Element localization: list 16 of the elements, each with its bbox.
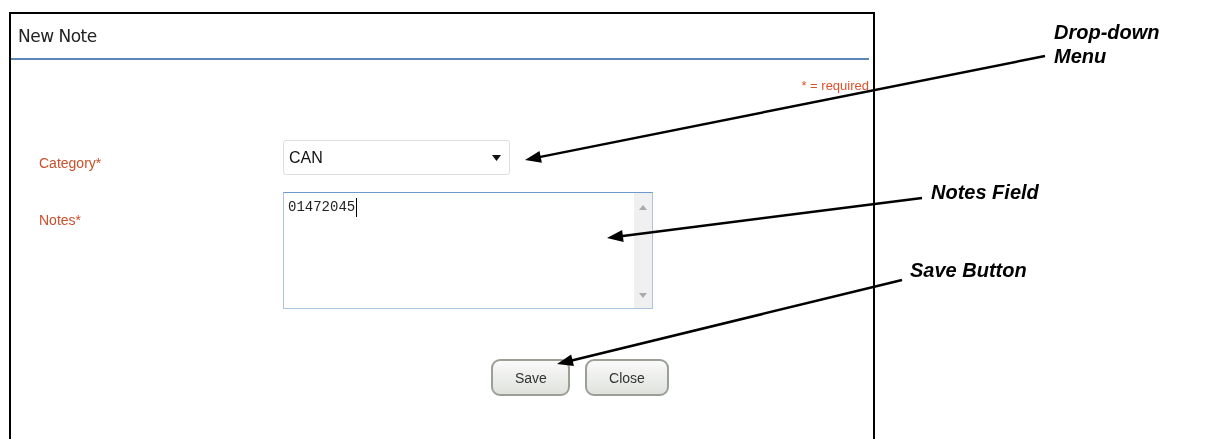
text-cursor: [356, 198, 358, 217]
field-label: Notes*: [39, 211, 83, 228]
caret-icon: [492, 154, 501, 161]
scrollbar[interactable]: [634, 193, 652, 308]
category-dropdown[interactable]: CAN: [283, 140, 510, 175]
dialog-button[interactable]: Close: [585, 359, 669, 396]
callout-label: Notes Field: [931, 180, 1040, 204]
field-label: Category*: [39, 153, 103, 171]
callout-label: Save Button: [910, 258, 1028, 282]
window-title: New Note: [18, 26, 97, 46]
scroll-down-icon[interactable]: [639, 293, 647, 298]
notes-field[interactable]: 01472045: [283, 192, 653, 309]
dialog-button[interactable]: Save: [491, 359, 570, 396]
callout-label: Drop-down Menu: [1054, 20, 1161, 68]
scroll-up-icon[interactable]: [639, 205, 647, 210]
required-note: * = required: [801, 78, 869, 95]
